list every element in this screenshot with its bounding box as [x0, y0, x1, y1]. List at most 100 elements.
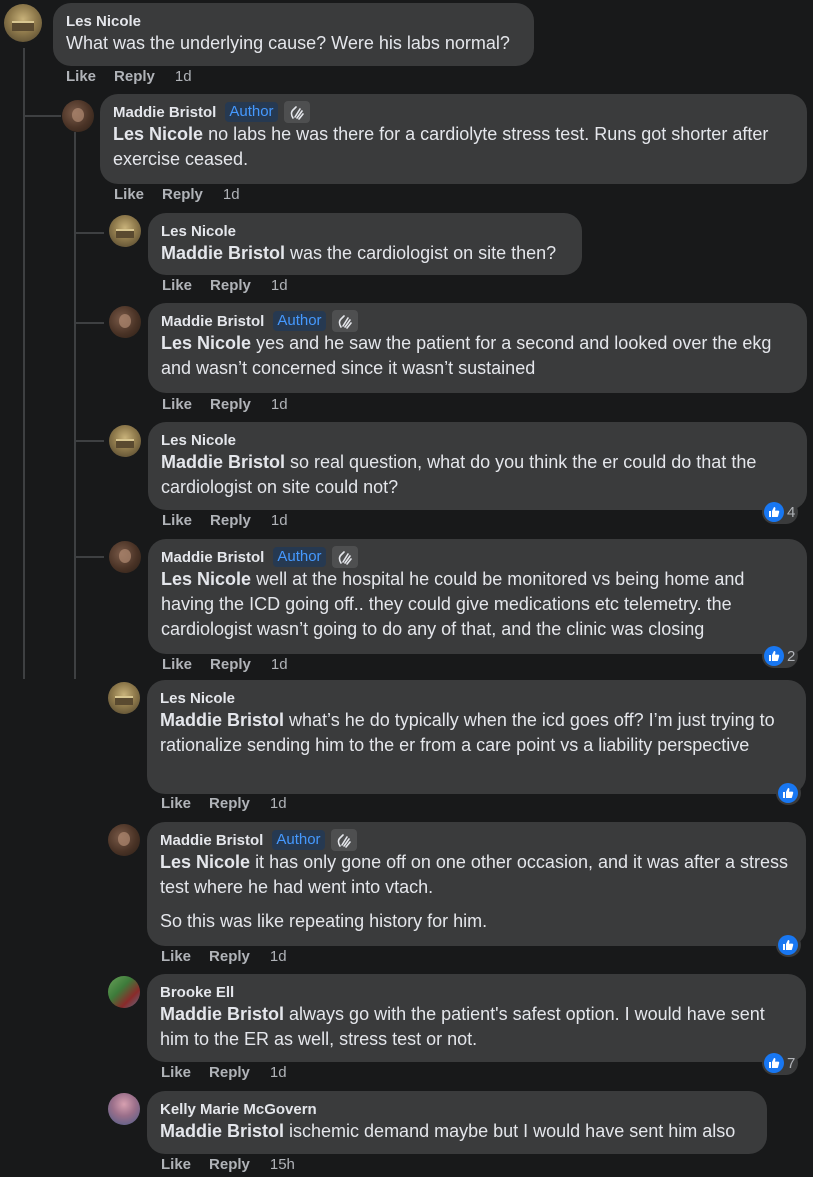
waving-hand-icon: [330, 829, 357, 851]
waving-hand-icon: [283, 101, 310, 123]
comment-text: Maddie Bristol always go with the patien…: [160, 1004, 765, 1049]
like-button[interactable]: Like: [161, 948, 191, 965]
reply-button[interactable]: Reply: [210, 656, 251, 673]
reaction-summary[interactable]: [776, 781, 801, 805]
reaction-summary[interactable]: [776, 933, 801, 957]
comment-actions: Like Reply 1d: [162, 277, 288, 294]
mention[interactable]: Maddie Bristol: [161, 243, 285, 263]
author-name[interactable]: Maddie Bristol: [160, 832, 263, 849]
comment-actions: Like Reply 15h: [161, 1156, 295, 1173]
timestamp[interactable]: 1d: [270, 1064, 287, 1081]
avatar[interactable]: [4, 4, 42, 42]
reply-button[interactable]: Reply: [209, 1064, 250, 1081]
comment-text: Les Nicole no labs he was there for a ca…: [113, 124, 769, 169]
reply-button[interactable]: Reply: [209, 795, 250, 812]
reply-button[interactable]: Reply: [210, 396, 251, 413]
comment-bubble: Maddie Bristol Author Les Nicole it has …: [147, 822, 806, 946]
avatar[interactable]: [108, 824, 140, 856]
comment-bubble: Maddie Bristol Author Les Nicole no labs…: [100, 94, 807, 184]
reaction-summary[interactable]: 4: [762, 500, 799, 524]
comment-text: Maddie Bristol ischemic demand maybe but…: [160, 1121, 736, 1141]
like-button[interactable]: Like: [114, 186, 144, 203]
comment-text: Les Nicole it has only gone off on one o…: [160, 852, 789, 931]
author-name[interactable]: Brooke Ell: [160, 984, 234, 1001]
thread-line: [23, 48, 25, 679]
comment-text: Maddie Bristol what’s he do typically wh…: [160, 710, 775, 755]
comment-text: What was the underlying cause? Were his …: [66, 33, 510, 53]
mention[interactable]: Les Nicole: [160, 852, 250, 872]
reaction-summary[interactable]: 7: [762, 1051, 799, 1075]
author-name[interactable]: Les Nicole: [161, 432, 236, 449]
comment-bubble: Maddie Bristol Author Les Nicole well at…: [148, 539, 807, 654]
reply-button[interactable]: Reply: [209, 1156, 250, 1173]
waving-hand-icon: [331, 310, 358, 332]
timestamp[interactable]: 1d: [270, 795, 287, 812]
author-name[interactable]: Maddie Bristol: [161, 313, 264, 330]
reaction-summary[interactable]: 2: [762, 644, 799, 668]
comment-actions: Like Reply 1d: [162, 396, 288, 413]
thumbs-up-icon: [778, 783, 798, 803]
comment-text: Maddie Bristol so real question, what do…: [161, 452, 757, 497]
mention[interactable]: Les Nicole: [161, 333, 251, 353]
reaction-count: 2: [787, 647, 796, 665]
author-badge: Author: [272, 830, 325, 850]
avatar[interactable]: [108, 1093, 140, 1125]
author-name[interactable]: Les Nicole: [160, 690, 235, 707]
thread-line: [74, 232, 104, 234]
avatar[interactable]: [109, 215, 141, 247]
avatar[interactable]: [109, 541, 141, 573]
avatar[interactable]: [108, 976, 140, 1008]
timestamp[interactable]: 1d: [271, 656, 288, 673]
reaction-count: 7: [787, 1054, 796, 1072]
mention[interactable]: Les Nicole: [113, 124, 203, 144]
avatar[interactable]: [62, 100, 94, 132]
like-button[interactable]: Like: [161, 1156, 191, 1173]
timestamp[interactable]: 1d: [175, 68, 192, 85]
like-button[interactable]: Like: [66, 68, 96, 85]
comment-text: Les Nicole yes and he saw the patient fo…: [161, 333, 772, 378]
reply-button[interactable]: Reply: [210, 512, 251, 529]
comment-actions: Like Reply 1d: [66, 68, 192, 85]
timestamp[interactable]: 1d: [223, 186, 240, 203]
timestamp[interactable]: 1d: [271, 512, 288, 529]
timestamp[interactable]: 1d: [271, 396, 288, 413]
mention[interactable]: Maddie Bristol: [160, 1004, 284, 1024]
thumbs-up-icon: [764, 1053, 784, 1073]
avatar[interactable]: [108, 682, 140, 714]
thread-line: [74, 322, 104, 324]
author-name[interactable]: Maddie Bristol: [113, 104, 216, 121]
mention[interactable]: Maddie Bristol: [160, 710, 284, 730]
author-name[interactable]: Maddie Bristol: [161, 549, 264, 566]
timestamp[interactable]: 1d: [270, 948, 287, 965]
comment-actions: Like Reply 1d: [161, 1064, 287, 1081]
mention[interactable]: Les Nicole: [161, 569, 251, 589]
comment-bubble: Maddie Bristol Author Les Nicole yes and…: [148, 303, 807, 393]
comment-bubble: Brooke Ell Maddie Bristol always go with…: [147, 974, 806, 1062]
thumbs-up-icon: [764, 502, 784, 522]
reply-button[interactable]: Reply: [114, 68, 155, 85]
mention[interactable]: Maddie Bristol: [160, 1121, 284, 1141]
reply-button[interactable]: Reply: [210, 277, 251, 294]
author-name[interactable]: Kelly Marie McGovern: [160, 1101, 317, 1118]
comment-actions: Like Reply 1d: [162, 656, 288, 673]
author-name[interactable]: Les Nicole: [161, 223, 236, 240]
like-button[interactable]: Like: [162, 396, 192, 413]
comment-thread: Les Nicole What was the underlying cause…: [0, 0, 813, 1177]
like-button[interactable]: Like: [161, 795, 191, 812]
comment-text: Les Nicole well at the hospital he could…: [161, 569, 745, 639]
timestamp[interactable]: 15h: [270, 1156, 295, 1173]
like-button[interactable]: Like: [162, 656, 192, 673]
like-button[interactable]: Like: [161, 1064, 191, 1081]
comment-actions: Like Reply 1d: [161, 795, 287, 812]
avatar[interactable]: [109, 425, 141, 457]
author-name[interactable]: Les Nicole: [66, 13, 141, 30]
mention[interactable]: Maddie Bristol: [161, 452, 285, 472]
like-button[interactable]: Like: [162, 277, 192, 294]
reply-button[interactable]: Reply: [162, 186, 203, 203]
timestamp[interactable]: 1d: [271, 277, 288, 294]
comment-bubble: Les Nicole Maddie Bristol what’s he do t…: [147, 680, 806, 794]
comment-bubble: Les Nicole What was the underlying cause…: [53, 3, 534, 66]
avatar[interactable]: [109, 306, 141, 338]
like-button[interactable]: Like: [162, 512, 192, 529]
reply-button[interactable]: Reply: [209, 948, 250, 965]
